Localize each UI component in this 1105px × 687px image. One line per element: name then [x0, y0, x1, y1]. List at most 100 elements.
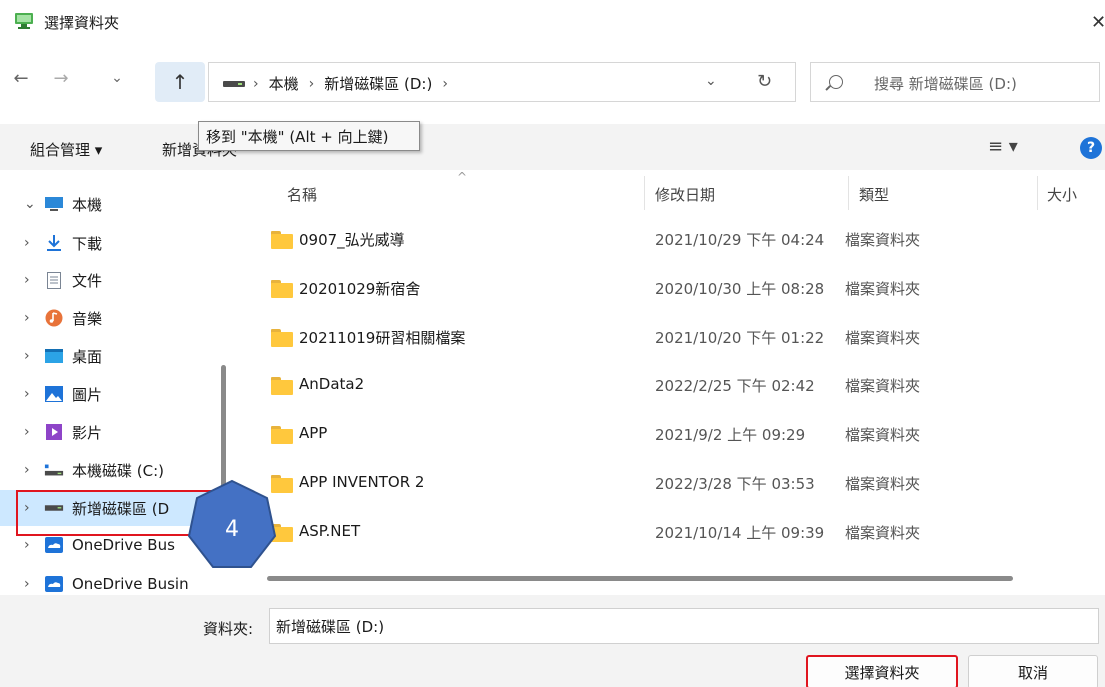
document-icon [44, 271, 64, 289]
table-row[interactable]: AnData2 2022/2/25 下午 02:42 檔案資料夾 [237, 363, 1105, 411]
column-divider[interactable] [644, 176, 645, 210]
file-date: 2021/10/20 下午 01:22 [655, 329, 825, 347]
sidebar-item-pictures[interactable]: › 圖片 [0, 376, 232, 412]
sidebar-item-label: 本機 [72, 195, 103, 214]
sidebar-item-label: OneDrive Bus [72, 536, 175, 554]
drive-icon [223, 81, 245, 87]
dialog-footer: 資料夾: 新增磁碟區 (D:) 選擇資料夾 取消 [0, 595, 1105, 687]
sidebar-item-this-pc[interactable]: ⌄ 本機 [0, 186, 232, 222]
file-name: APP [299, 424, 328, 442]
sidebar-item-label: 音樂 [72, 309, 103, 328]
organize-menu[interactable]: 組合管理 ▾ [30, 139, 102, 160]
file-date: 2022/2/25 下午 02:42 [655, 377, 815, 395]
file-type: 檔案資料夾 [845, 475, 921, 493]
window-title: 選擇資料夾 [44, 14, 120, 32]
table-row[interactable]: ASP.NET 2021/10/14 上午 09:39 檔案資料夾 [237, 510, 1105, 558]
column-divider[interactable] [1037, 176, 1038, 210]
file-type: 檔案資料夾 [845, 280, 921, 298]
file-type: 檔案資料夾 [845, 377, 921, 395]
address-dropdown-icon[interactable]: ⌄ [705, 73, 717, 89]
search-box[interactable]: 搜尋 新增磁碟區 (D:) [810, 62, 1100, 102]
sidebar-item-label: 本機磁碟 (C:) [72, 461, 164, 480]
table-row[interactable]: APP 2021/9/2 上午 09:29 檔案資料夾 [237, 412, 1105, 460]
up-button-tooltip: 移到 "本機" (Alt + 向上鍵) [198, 121, 420, 151]
column-header-size[interactable]: 大小 [1047, 184, 1077, 205]
file-date: 2021/9/2 上午 09:29 [655, 426, 806, 444]
sidebar-item-label: 文件 [72, 271, 103, 290]
forward-arrow-icon[interactable]: → [44, 63, 78, 93]
table-row[interactable]: 20201029新宿舍 2020/10/30 上午 08:28 檔案資料夾 [237, 266, 1105, 314]
folder-name-field[interactable]: 新增磁碟區 (D:) [269, 608, 1099, 644]
back-arrow-icon[interactable]: ← [4, 63, 38, 93]
chevron-right-icon[interactable]: › [24, 310, 44, 326]
navigation-bar: ← → ⌄ ↑ › 本機 › 新增磁碟區 (D:) › ⌄ ↻ 搜尋 新增磁碟區… [0, 55, 1105, 102]
file-name: 0907_弘光威導 [299, 231, 405, 249]
pictures-icon [44, 385, 64, 403]
chevron-right-icon[interactable]: › [24, 537, 44, 553]
sidebar-item-desktop[interactable]: › 桌面 [0, 338, 232, 374]
chevron-right-icon[interactable]: › [24, 462, 44, 478]
sidebar-item-label: 圖片 [72, 385, 103, 404]
refresh-icon[interactable]: ↻ [757, 71, 772, 92]
select-folder-button[interactable]: 選擇資料夾 [806, 655, 958, 687]
onedrive-icon [44, 536, 64, 554]
desktop-icon [44, 347, 64, 365]
breadcrumb-this-pc[interactable]: 本機 [269, 73, 299, 94]
file-name: AnData2 [299, 375, 365, 393]
file-date: 2021/10/14 上午 09:39 [655, 524, 825, 542]
chevron-right-icon[interactable]: › [24, 235, 44, 251]
sidebar-item-videos[interactable]: › 影片 [0, 414, 232, 450]
table-row[interactable]: APP INVENTOR 2 2022/3/28 下午 03:53 檔案資料夾 [237, 461, 1105, 509]
sidebar-item-label: OneDrive Busin [72, 575, 189, 593]
recent-locations-chevron-icon[interactable]: ⌄ [100, 63, 134, 93]
folder-icon [271, 377, 293, 395]
column-header-date[interactable]: 修改日期 [655, 184, 715, 205]
column-divider[interactable] [848, 176, 849, 210]
up-arrow-icon: ↑ [171, 70, 189, 94]
chevron-right-icon: › [442, 75, 448, 92]
computer-icon [44, 195, 64, 213]
file-name: 20211019研習相關檔案 [299, 329, 466, 347]
command-toolbar: 組合管理 ▾ 新增資料夾 ≡ ▾ ? [0, 124, 1105, 170]
cancel-button[interactable]: 取消 [968, 655, 1098, 687]
column-header-type[interactable]: 類型 [859, 184, 889, 205]
sidebar-item-label: 影片 [72, 423, 103, 442]
horizontal-scrollbar[interactable] [267, 576, 1013, 581]
file-type: 檔案資料夾 [845, 231, 921, 249]
file-type: 檔案資料夾 [845, 426, 921, 444]
sidebar-item-label: 下載 [72, 234, 103, 253]
file-name: APP INVENTOR 2 [299, 473, 425, 491]
file-list: ^ 名稱 修改日期 類型 大小 0907_弘光威導 2021/10/29 下午 … [237, 170, 1105, 595]
close-icon[interactable]: ✕ [1091, 12, 1105, 33]
breadcrumb: › 本機 › 新增磁碟區 (D:) › [253, 73, 448, 94]
sort-ascending-icon: ^ [457, 170, 468, 184]
file-name: 20201029新宿舍 [299, 280, 421, 298]
column-header-name[interactable]: 名稱 [287, 184, 317, 205]
help-icon[interactable]: ? [1080, 137, 1102, 159]
search-input[interactable]: 搜尋 新增磁碟區 (D:) [874, 73, 1017, 94]
file-type: 檔案資料夾 [845, 329, 921, 347]
chevron-right-icon[interactable]: › [24, 424, 44, 440]
chevron-right-icon[interactable]: › [24, 348, 44, 364]
chevron-right-icon: › [253, 75, 259, 92]
sidebar-item-music[interactable]: › 音樂 [0, 300, 232, 336]
chevron-right-icon[interactable]: › [24, 272, 44, 288]
table-row[interactable]: 0907_弘光威導 2021/10/29 下午 04:24 檔案資料夾 [237, 217, 1105, 265]
video-icon [44, 423, 64, 441]
breadcrumb-drive-d[interactable]: 新增磁碟區 (D:) [324, 73, 432, 94]
view-options-icon[interactable]: ≡ ▾ [988, 136, 1018, 157]
chevron-right-icon: › [308, 75, 315, 92]
sidebar-item-downloads[interactable]: › 下載 [0, 225, 232, 261]
folder-icon [271, 280, 293, 298]
folder-icon [271, 231, 293, 249]
sidebar-item-label: 桌面 [72, 347, 103, 366]
up-button[interactable]: ↑ [155, 62, 205, 102]
chevron-right-icon[interactable]: › [24, 576, 44, 592]
chevron-right-icon[interactable]: › [24, 386, 44, 402]
address-bar[interactable]: › 本機 › 新增磁碟區 (D:) › ⌄ ↻ [208, 62, 796, 102]
folder-label: 資料夾: [203, 620, 254, 638]
table-row[interactable]: 20211019研習相關檔案 2021/10/20 下午 01:22 檔案資料夾 [237, 315, 1105, 363]
sidebar-item-documents[interactable]: › 文件 [0, 262, 232, 298]
chevron-down-icon[interactable]: ⌄ [24, 196, 44, 212]
step-marker: 4 [187, 479, 277, 577]
